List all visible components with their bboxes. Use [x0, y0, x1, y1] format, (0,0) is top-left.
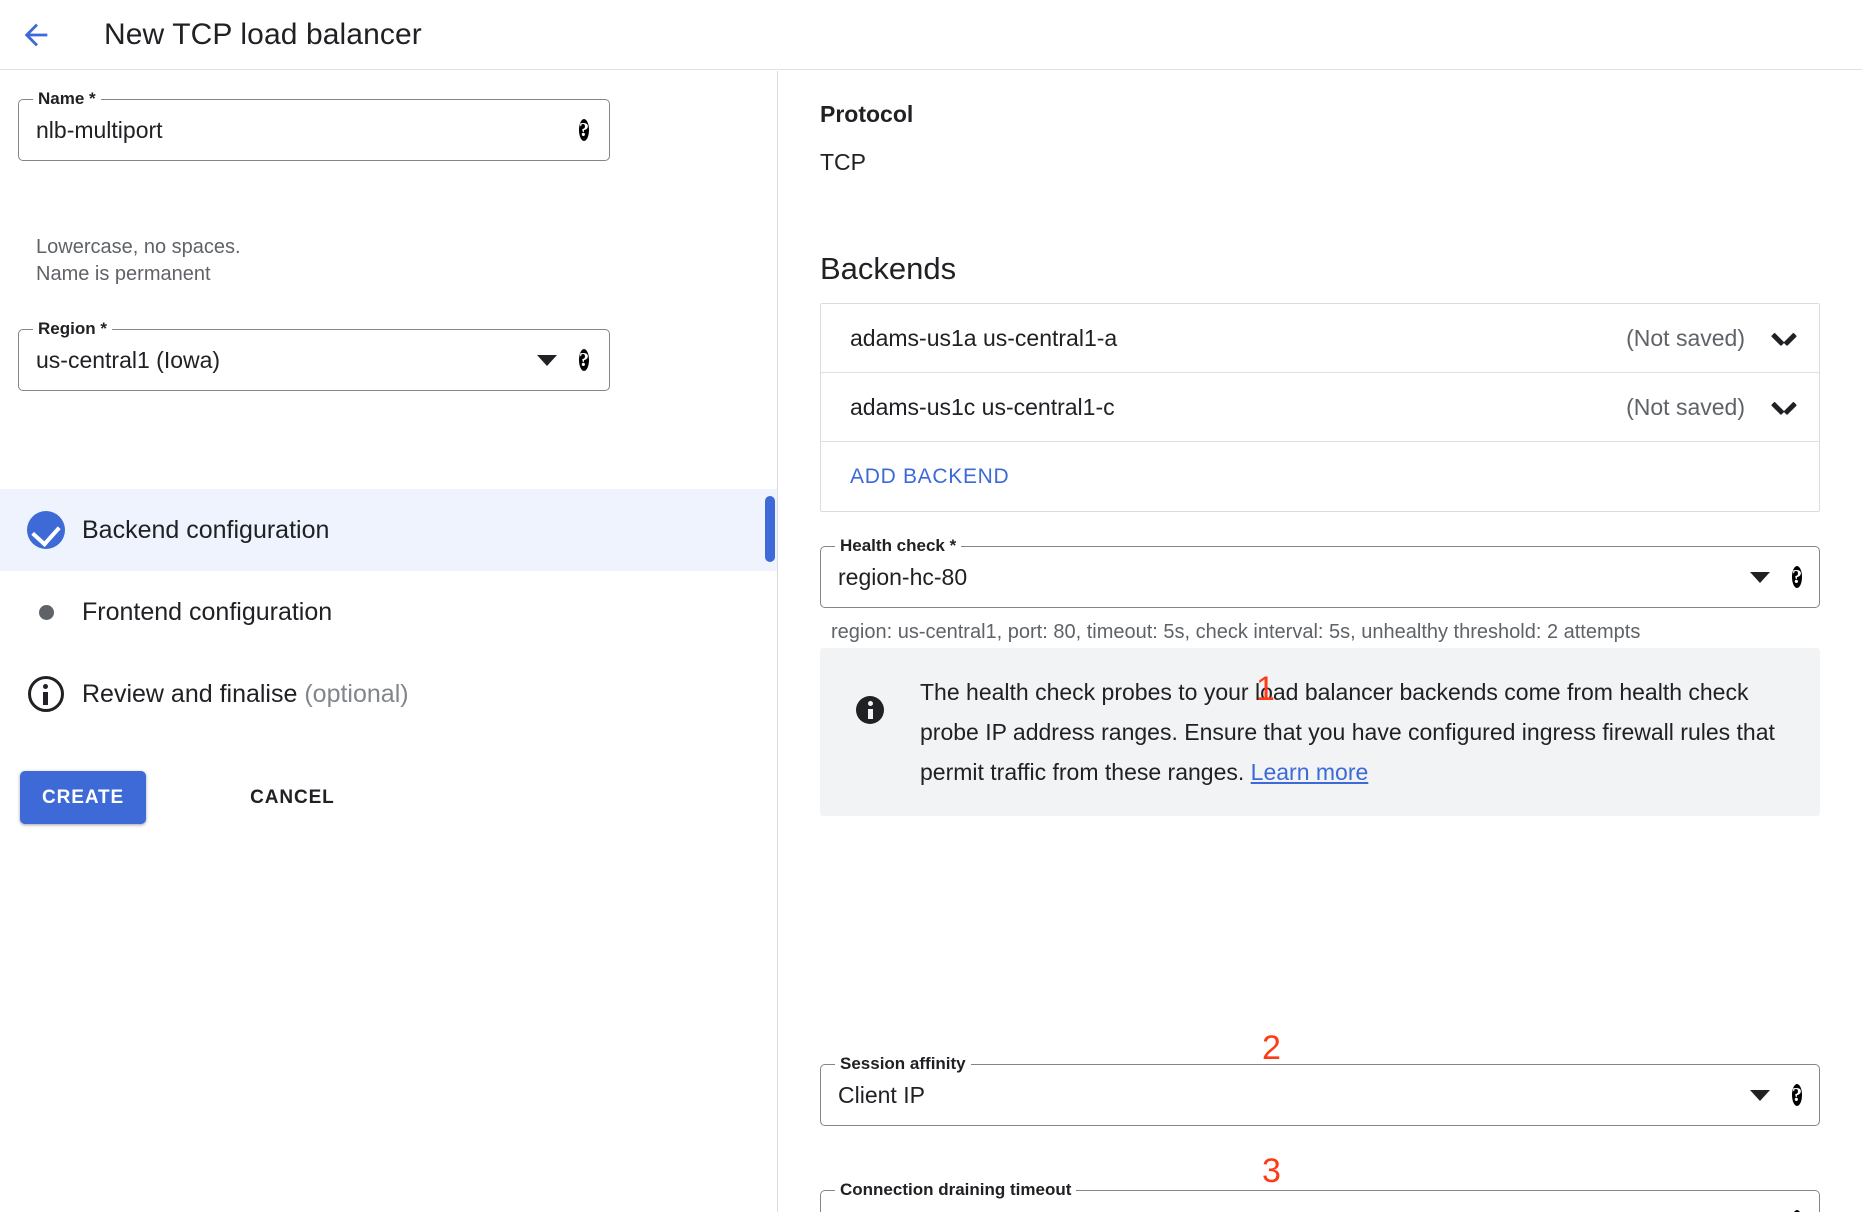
arrow-back-icon	[19, 18, 53, 52]
name-input[interactable]: nlb-multiport	[19, 117, 579, 144]
name-field[interactable]: Name * nlb-multiport ?	[18, 99, 610, 161]
connection-draining-timeout-field[interactable]: Connection draining timeout 300 seconds …	[820, 1190, 1820, 1212]
create-button[interactable]: CREATE	[20, 771, 146, 824]
add-backend-label: ADD BACKEND	[850, 465, 1009, 489]
help-icon[interactable]: ?	[1792, 1084, 1802, 1106]
sidebar-item-optional-tag: (optional)	[304, 680, 408, 708]
backend-row[interactable]: adams-us1c us-central1-c (Not saved)	[821, 373, 1819, 442]
sidebar-item-backend-configuration[interactable]: Backend configuration	[0, 489, 778, 571]
connection-draining-input[interactable]: 300	[821, 1208, 1696, 1212]
sidebar-item-frontend-configuration[interactable]: Frontend configuration	[0, 571, 778, 653]
sidebar-item-review-and-finalise[interactable]: Review and finalise (optional)	[0, 653, 778, 735]
help-icon[interactable]: ?	[579, 349, 589, 371]
help-icon[interactable]: ?	[579, 119, 589, 141]
region-select[interactable]: Region * us-central1 (Iowa) ?	[18, 329, 610, 391]
health-check-info-banner: The health check probes to your load bal…	[820, 648, 1820, 816]
action-button-row: CREATE CANCEL	[20, 771, 357, 824]
chevron-down-icon[interactable]	[1773, 332, 1795, 345]
name-help-wrap: ?	[579, 116, 589, 144]
sidebar-item-label: Review and finalise (optional)	[82, 680, 409, 709]
region-value: us-central1 (Iowa)	[19, 347, 537, 374]
sidebar-item-label-text: Review and finalise	[82, 680, 304, 708]
check-circle-icon	[24, 511, 68, 549]
chevron-down-icon[interactable]	[1773, 401, 1795, 414]
session-affinity-help-wrap: ?	[1792, 1081, 1802, 1109]
caret-down-icon[interactable]	[1750, 1090, 1770, 1101]
cancel-button[interactable]: CANCEL	[228, 771, 357, 824]
health-check-select[interactable]: Health check * region-hc-80 ?	[820, 546, 1820, 608]
help-icon[interactable]: ?	[1792, 566, 1802, 588]
panel-scrollbar-thumb[interactable]	[765, 496, 775, 562]
sidebar-item-label: Backend configuration	[82, 516, 329, 545]
sidebar-item-label: Frontend configuration	[82, 598, 332, 627]
backends-list: adams-us1a us-central1-a (Not saved) ada…	[820, 303, 1820, 512]
session-affinity-value: Client IP	[821, 1082, 1750, 1109]
backend-status: (Not saved)	[1626, 394, 1745, 421]
protocol-label: Protocol	[820, 101, 913, 128]
region-field-label: Region *	[33, 319, 112, 339]
info-banner-text: The health check probes to your load bal…	[920, 672, 1790, 792]
name-field-label: Name *	[33, 89, 101, 109]
backends-section-title: Backends	[820, 251, 956, 287]
caret-down-icon[interactable]	[1750, 572, 1770, 583]
learn-more-link[interactable]: Learn more	[1251, 759, 1369, 785]
session-affinity-select[interactable]: Session affinity Client IP ?	[820, 1064, 1820, 1126]
connection-draining-help-wrap: ?	[1792, 1207, 1802, 1212]
health-check-helper-text: region: us-central1, port: 80, timeout: …	[831, 621, 1640, 644]
region-help-wrap: ?	[579, 346, 589, 374]
left-config-panel: Name * nlb-multiport ? Lowercase, no spa…	[0, 71, 778, 1212]
info-icon	[820, 672, 920, 792]
info-outline-icon	[24, 676, 68, 712]
name-helper-permanent: Name is permanent	[36, 261, 211, 288]
health-check-label: Health check *	[835, 536, 961, 556]
backend-row[interactable]: adams-us1a us-central1-a (Not saved)	[821, 304, 1819, 373]
backend-status: (Not saved)	[1626, 325, 1745, 352]
page-title: New TCP load balancer	[104, 18, 422, 52]
connection-draining-label: Connection draining timeout	[835, 1180, 1076, 1200]
backend-name: adams-us1c us-central1-c	[850, 394, 1626, 421]
dot-icon	[24, 605, 68, 620]
health-check-help-wrap: ?	[1792, 563, 1802, 591]
connection-draining-unit: seconds	[1696, 1208, 1792, 1212]
health-check-value: region-hc-80	[821, 564, 1750, 591]
config-steps-nav: Backend configuration Frontend configura…	[0, 489, 778, 735]
add-backend-button[interactable]: ADD BACKEND	[821, 442, 1819, 511]
caret-down-icon[interactable]	[537, 355, 557, 366]
protocol-value: TCP	[820, 149, 866, 176]
session-affinity-label: Session affinity	[835, 1054, 971, 1074]
backend-name: adams-us1a us-central1-a	[850, 325, 1626, 352]
app-header: New TCP load balancer	[0, 0, 1862, 70]
name-helper-lowercase: Lowercase, no spaces.	[36, 234, 241, 261]
backend-configuration-panel: Protocol TCP Backends adams-us1a us-cent…	[779, 71, 1862, 1212]
back-button[interactable]	[6, 5, 66, 65]
